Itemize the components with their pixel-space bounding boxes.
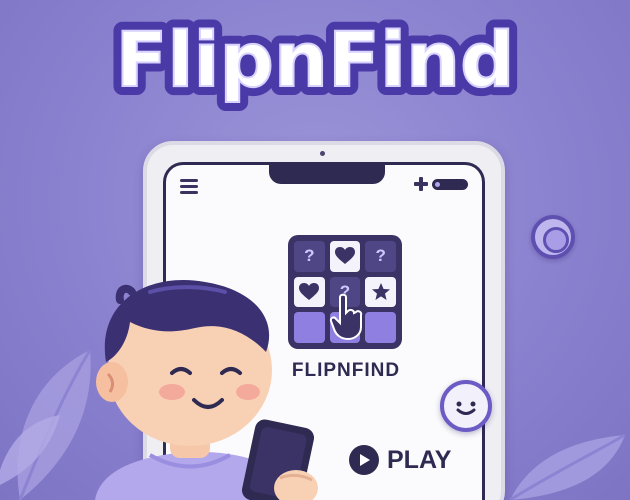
heart-icon: [299, 282, 320, 301]
tile-question[interactable]: ?: [365, 241, 396, 272]
tile-heart[interactable]: [294, 276, 325, 308]
hero-title: FlipnFind FlipnFind: [107, 6, 524, 113]
phone-screen: ??? FLIPNFIND PLAY: [163, 162, 485, 500]
leaf-decoration-right: [509, 433, 626, 500]
heart-icon: [334, 247, 355, 265]
menu-icon[interactable]: [180, 179, 198, 197]
app-name-label: FLIPNFIND: [291, 360, 401, 381]
game-grid-logo[interactable]: ???: [288, 235, 402, 349]
play-label: PLAY: [387, 445, 452, 474]
play-button[interactable]: PLAY: [349, 442, 451, 478]
status-pill: [432, 179, 468, 190]
hero-title-text-fill: FlipnFind: [116, 15, 515, 104]
tile-blank[interactable]: [294, 312, 325, 343]
tile-question-mark: ?: [304, 246, 315, 266]
plus-icon[interactable]: [414, 177, 428, 191]
tile-star[interactable]: [365, 276, 396, 308]
camera-dot: [320, 151, 325, 156]
tile-question[interactable]: ?: [294, 241, 325, 272]
leaf-decoration-left: [0, 349, 92, 500]
tile-heart[interactable]: [329, 241, 361, 272]
tile-blank[interactable]: [329, 312, 361, 343]
tile-question-mark: ?: [339, 281, 351, 301]
tile-blank[interactable]: [365, 312, 396, 343]
tile-question-mark: ?: [375, 246, 386, 266]
star-icon: [371, 282, 391, 302]
play-icon: [349, 445, 379, 475]
ring-icon: [531, 215, 575, 259]
phone-frame: ??? FLIPNFIND PLAY: [143, 141, 505, 500]
smiley-icon[interactable]: [440, 380, 492, 432]
tile-question[interactable]: ?: [329, 276, 361, 308]
phone-notch: [269, 165, 385, 184]
